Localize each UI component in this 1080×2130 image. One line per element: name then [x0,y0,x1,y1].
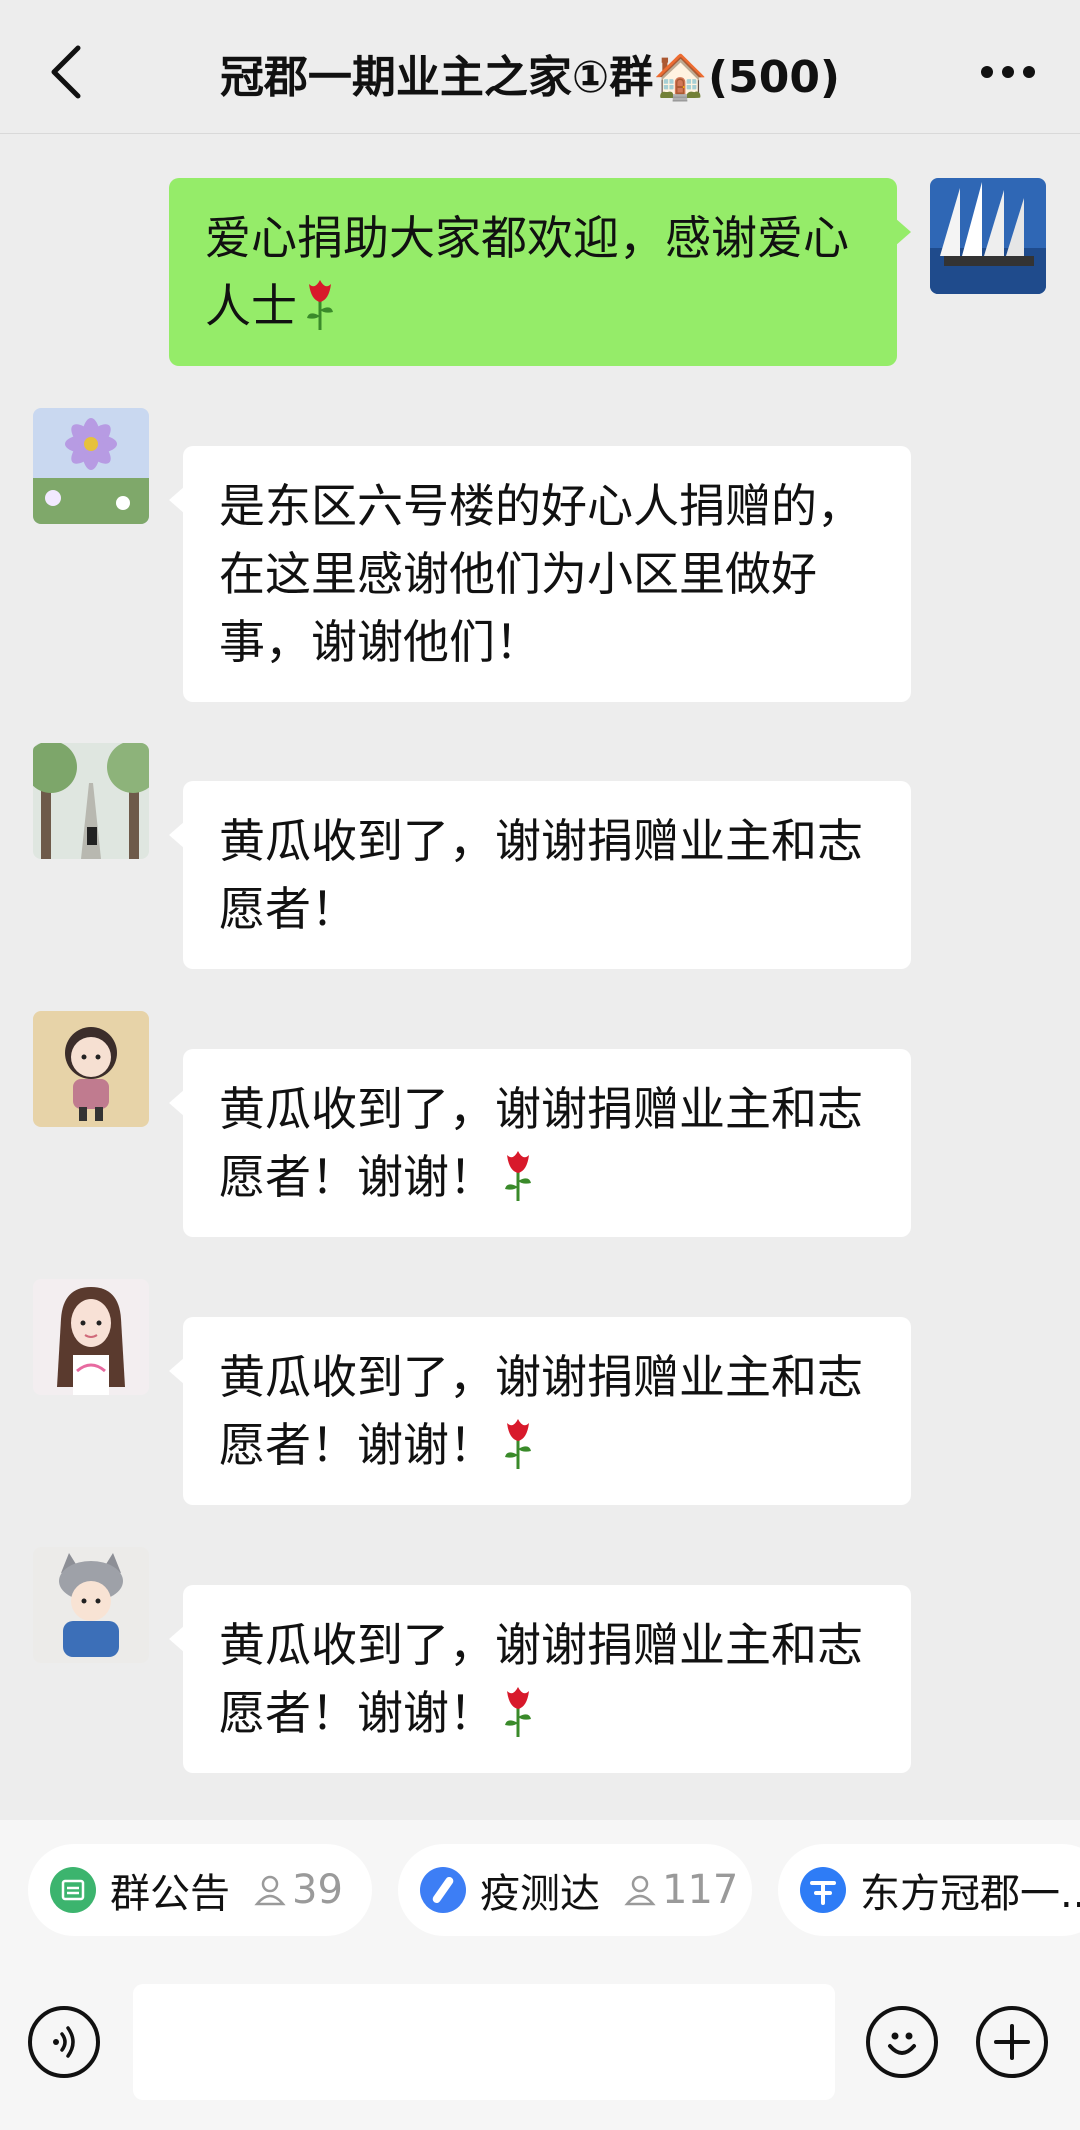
plus-icon [994,2024,1030,2060]
blue-logo-icon [800,1867,846,1913]
message-bubble[interactable]: 黄瓜收到了，谢谢捐赠业主和志愿者！ [169,781,911,969]
message-input[interactable] [133,1984,835,2100]
epidemic-test-chip[interactable]: 疫测达 117 [398,1844,752,1936]
message-item: 黄瓜收到了，谢谢捐赠业主和志愿者！谢谢！ [0,1011,1080,1237]
group-announcement-chip[interactable]: 群公告 39 [28,1844,372,1936]
more-button[interactable] [964,36,1052,108]
message-bubble[interactable]: 黄瓜收到了，谢谢捐赠业主和志愿者！谢谢！ [169,1585,911,1773]
cartoon-girl-avatar[interactable] [33,1011,149,1127]
message-text: 黄瓜收到了，谢谢捐赠业主和志愿者！谢谢！ [219,1618,863,1740]
cosmos-flower-avatar[interactable] [33,408,149,524]
announcement-icon [50,1867,96,1913]
chat-header: 冠郡一期业主之家①群🏠(500) [0,0,1080,134]
plus-button[interactable] [976,2006,1048,2078]
test-tube-icon [420,1867,466,1913]
voice-icon [53,2026,75,2058]
message-bubble[interactable]: 黄瓜收到了，谢谢捐赠业主和志愿者！谢谢！ [169,1317,911,1505]
rose-emoji-icon [505,1419,531,1469]
cat-hat-kid-avatar[interactable] [33,1547,149,1663]
message-item: 爱心捐助大家都欢迎，感谢爱心人士 [0,178,1080,366]
person-icon [624,1875,656,1906]
group-tools-bar: 群公告 39 疫测达 117 东方冠郡一... [0,1820,1080,1970]
message-list[interactable]: 爱心捐助大家都欢迎，感谢爱心人士 是东区六号楼的好心人捐赠的，在这里感谢他们为小… [0,135,1080,1820]
message-text: 黄瓜收到了，谢谢捐赠业主和志愿者！谢谢！ [219,1082,863,1204]
chip-count: 117 [622,1867,738,1913]
message-item: 是东区六号楼的好心人捐赠的，在这里感谢他们为小区里做好事，谢谢他们！ [0,408,1080,702]
back-button[interactable] [36,36,96,108]
message-text: 黄瓜收到了，谢谢捐赠业主和志愿者！ [219,814,863,936]
message-item: 黄瓜收到了，谢谢捐赠业主和志愿者！谢谢！ [0,1547,1080,1773]
message-text: 黄瓜收到了，谢谢捐赠业主和志愿者！谢谢！ [219,1350,863,1472]
message-item: 黄瓜收到了，谢谢捐赠业主和志愿者！ [0,743,1080,969]
message-text: 是东区六号楼的好心人捐赠的，在这里感谢他们为小区里做好事，谢谢他们！ [219,479,863,669]
rose-emoji-icon [505,1151,531,1201]
chip-label: 东方冠郡一... [860,1871,1080,1917]
chip-label: 疫测达 [480,1871,600,1917]
more-dots-icon [981,66,1035,78]
person-icon [254,1875,286,1906]
long-hair-girl-avatar[interactable] [33,1279,149,1395]
message-bubble[interactable]: 爱心捐助大家都欢迎，感谢爱心人士 [169,178,911,366]
sailing-ship-avatar[interactable] [930,178,1046,294]
chevron-left-icon [51,45,81,99]
message-item: 黄瓜收到了，谢谢捐赠业主和志愿者！谢谢！ [0,1279,1080,1505]
message-bubble[interactable]: 是东区六号楼的好心人捐赠的，在这里感谢他们为小区里做好事，谢谢他们！ [169,446,911,702]
input-bar [0,1970,1080,2130]
chat-title: 冠郡一期业主之家①群🏠(500) [219,52,841,103]
message-bubble[interactable]: 黄瓜收到了，谢谢捐赠业主和志愿者！谢谢！ [169,1049,911,1237]
chip-label: 群公告 [110,1871,230,1917]
chip-count: 39 [252,1867,343,1913]
rose-emoji-icon [505,1687,531,1737]
chip-count-value: 117 [662,1867,739,1913]
chip-count-value: 39 [292,1867,343,1913]
smiley-icon [888,2032,916,2055]
emoji-button[interactable] [866,2006,938,2078]
dongfang-guanjun-chip[interactable]: 东方冠郡一... [778,1844,1080,1936]
tree-road-avatar[interactable] [33,743,149,859]
voice-button[interactable] [28,2006,100,2078]
rose-emoji-icon [307,280,333,330]
